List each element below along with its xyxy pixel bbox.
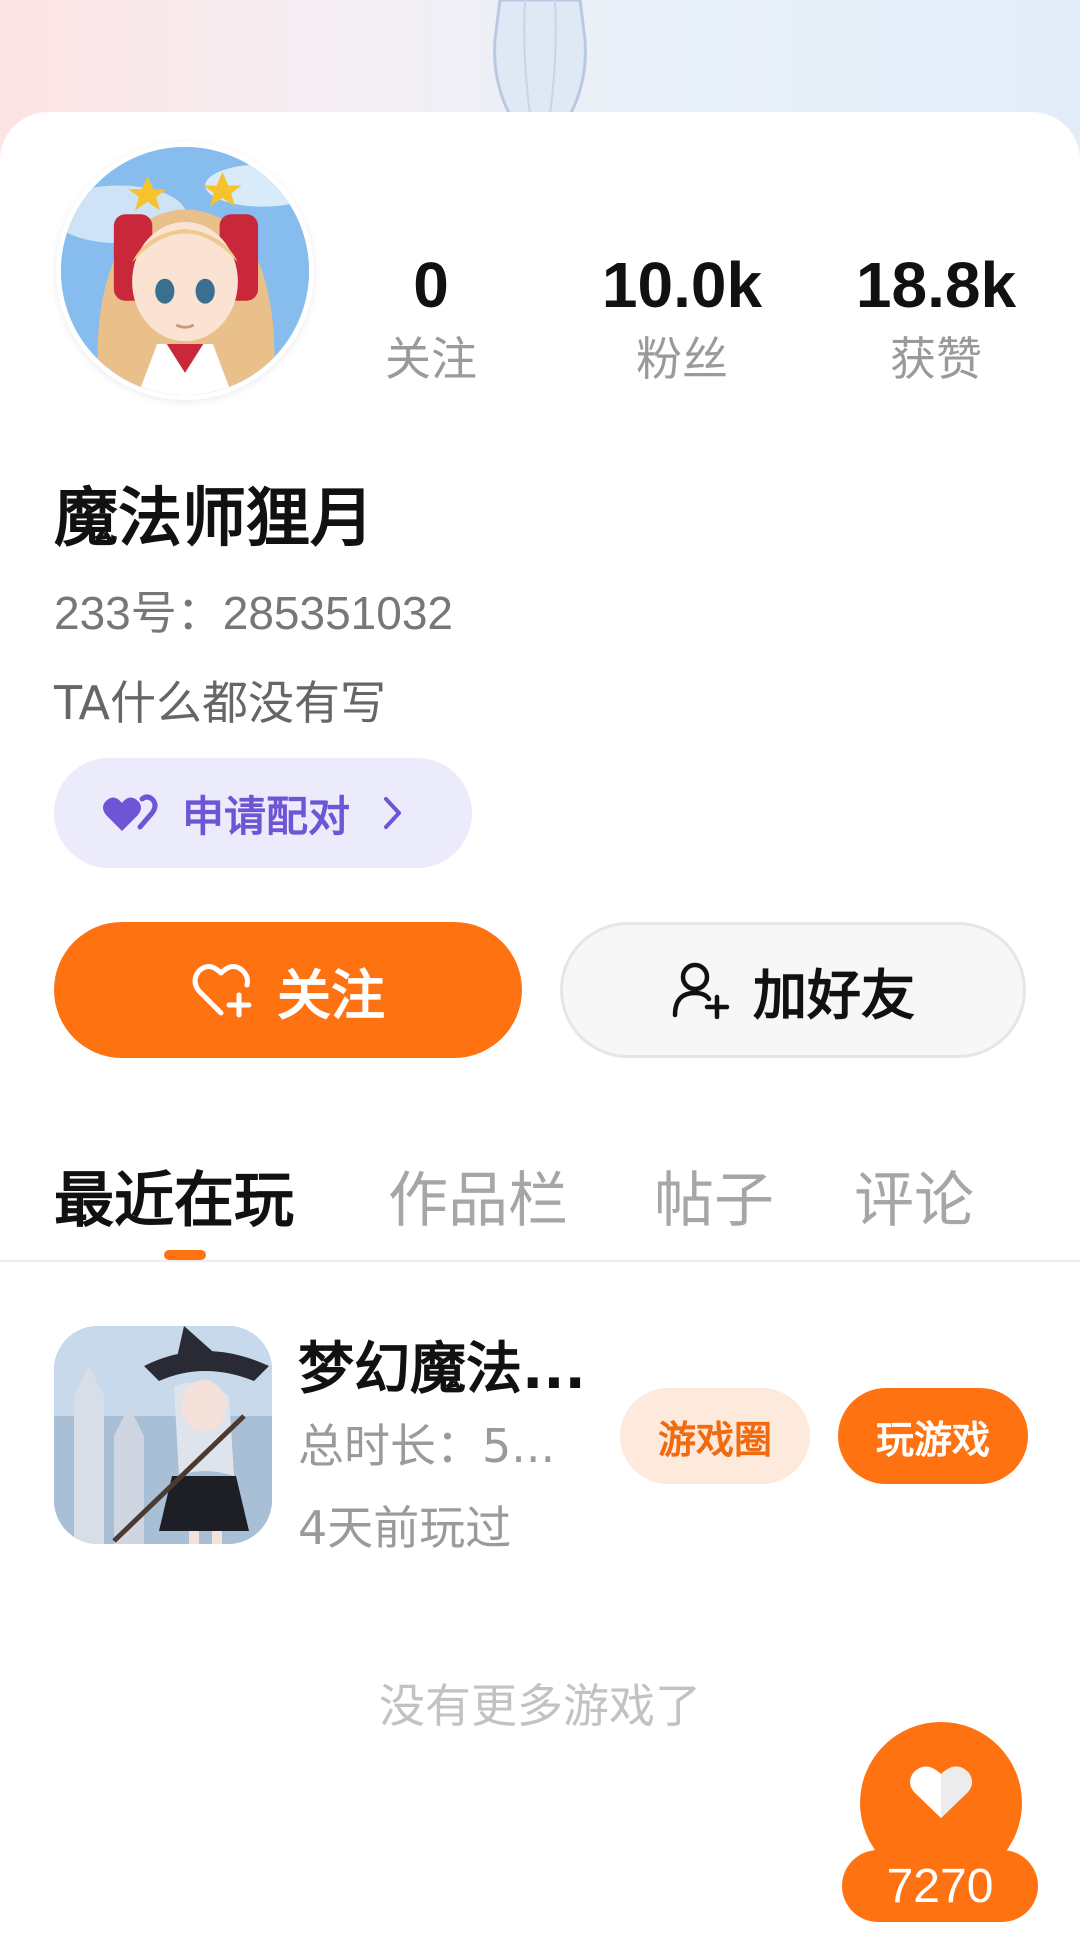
followers-label: 粉丝	[636, 332, 728, 386]
likes-count: 18.8k	[855, 249, 1017, 321]
double-heart-icon	[103, 794, 158, 831]
profile-nickname: 魔法师狸月	[54, 482, 374, 556]
game-icon[interactable]	[54, 1326, 272, 1544]
game-title[interactable]: 梦幻魔法...	[298, 1324, 598, 1405]
following-label: 关注	[385, 332, 477, 386]
stat-followers[interactable]: 10.0k 粉丝	[582, 247, 782, 389]
profile-bio: TA什么都没有写	[54, 676, 386, 730]
add-friend-label: 加好友	[753, 963, 915, 1027]
follow-button[interactable]: 关注	[54, 922, 522, 1058]
avatar[interactable]	[56, 142, 314, 400]
like-count-badge: 7270	[842, 1850, 1038, 1922]
tab-active-indicator	[164, 1250, 206, 1260]
banner-figure-image	[493, 0, 587, 115]
tab-comments[interactable]: 评论	[854, 1152, 974, 1239]
apply-pair-button[interactable]: 申请配对	[54, 758, 472, 868]
follow-label: 关注	[277, 963, 385, 1027]
profile-uid: 233号：285351032	[54, 587, 453, 639]
add-friend-button[interactable]: 加好友	[560, 922, 1026, 1058]
play-game-button[interactable]: 玩游戏	[838, 1388, 1028, 1484]
add-user-icon	[672, 962, 730, 1019]
chevron-right-icon	[384, 797, 402, 829]
tab-works[interactable]: 作品栏	[388, 1152, 568, 1239]
following-count: 0	[413, 249, 449, 321]
profile-card: 0 关注 10.0k 粉丝 18.8k 获赞 魔法师狸月 233号：285351…	[0, 112, 1080, 1945]
game-last-played: 4天前玩过	[298, 1501, 512, 1555]
tab-posts[interactable]: 帖子	[654, 1152, 774, 1239]
stat-likes[interactable]: 18.8k 获赞	[836, 247, 1036, 389]
heart-plus-icon	[192, 964, 252, 1018]
likes-label: 获赞	[890, 332, 982, 386]
tab-divider	[0, 1260, 1080, 1262]
followers-count: 10.0k	[601, 249, 763, 321]
tab-recent-play[interactable]: 最近在玩	[54, 1152, 294, 1239]
game-duration: 总时长：5...	[298, 1419, 556, 1473]
heart-icon	[910, 1766, 972, 1818]
game-circle-button[interactable]: 游戏圈	[620, 1388, 810, 1484]
apply-pair-label: 申请配对	[182, 791, 351, 841]
stat-following[interactable]: 0 关注	[331, 247, 531, 389]
